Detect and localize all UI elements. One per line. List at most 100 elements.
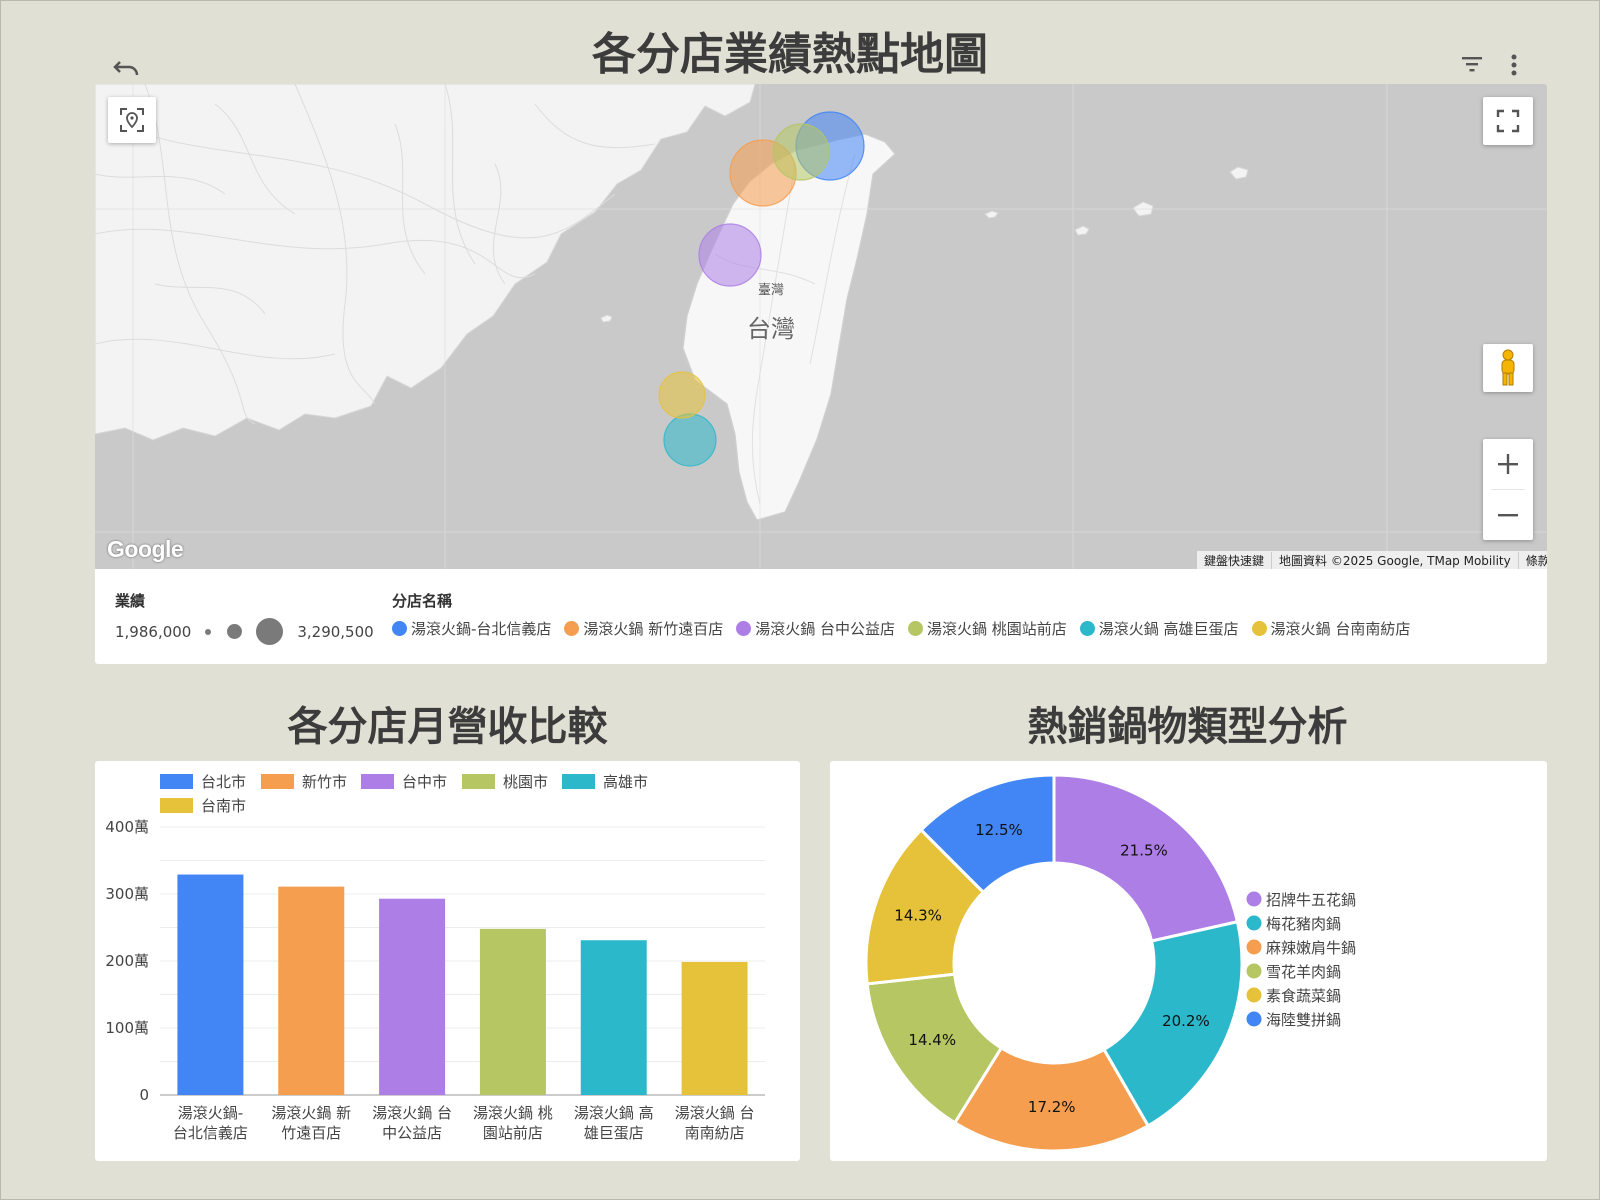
size-legend: 1,986,000 3,290,500 <box>115 618 374 645</box>
legend-swatch <box>261 774 294 789</box>
x-tick-label: 湯滾火鍋- <box>178 1104 243 1122</box>
legend-item[interactable]: 雪花羊肉鍋 <box>1246 963 1342 981</box>
bar[interactable] <box>177 874 244 1095</box>
legend-item[interactable]: 海陸雙拼鍋 <box>1246 1011 1342 1029</box>
color-legend: 湯滾火鍋-台北信義店 湯滾火鍋 新竹遠百店 湯滾火鍋 台中公益店 湯滾火鍋 桃園站前店… <box>392 618 1423 639</box>
more-vert-icon[interactable] <box>1500 50 1528 80</box>
legend-dot <box>1079 621 1095 636</box>
bar-chart: 台北市 新竹市 台中市 桃園市 高雄市台南市 0 100萬 200萬 300萬 400萬湯滾火鍋-… <box>105 773 765 1142</box>
plus-icon[interactable] <box>1483 439 1533 489</box>
slice-value-label: 14.3% <box>894 906 942 924</box>
legend-item[interactable]: 桃園市 <box>462 773 548 791</box>
x-tick-label: 雄巨蛋店 <box>584 1124 644 1142</box>
x-tick-label: 湯滾火鍋 新 <box>271 1104 351 1122</box>
legend-item[interactable]: 湯滾火鍋 高雄巨蛋店 <box>1079 618 1239 639</box>
y-tick-label: 200萬 <box>105 952 149 970</box>
size-legend-max: 3,290,500 <box>297 622 374 641</box>
map-bubble[interactable]: 湯滾火鍋 高雄巨蛋店 <box>663 413 717 467</box>
legend-swatch <box>562 774 595 789</box>
legend-label: 湯滾火鍋 台南南紡店 <box>1270 620 1411 638</box>
bar[interactable] <box>379 898 446 1095</box>
legend-label: 海陸雙拼鍋 <box>1266 1011 1341 1029</box>
keyboard-shortcuts-link[interactable]: 鍵盤快速鍵 <box>1197 551 1273 569</box>
map-bubble[interactable]: 湯滾火鍋 台中公益店 <box>698 223 762 287</box>
x-tick-label: 湯滾火鍋 高 <box>574 1104 654 1122</box>
legend-label: 高雄市 <box>603 773 648 791</box>
slice-value-label: 12.5% <box>975 821 1023 839</box>
bar[interactable] <box>681 961 748 1095</box>
legend-label: 台南市 <box>201 797 246 815</box>
map-data-credit: 地圖資料 ©2025 Google, TMap Mobility <box>1272 551 1519 569</box>
map-bubble[interactable]: 湯滾火鍋 桃園站前店 <box>772 123 830 181</box>
legend-label: 台北市 <box>201 773 246 791</box>
bar[interactable] <box>479 928 546 1095</box>
legend-dot <box>1246 939 1262 955</box>
x-tick-label: 南南紡店 <box>685 1124 745 1142</box>
size-legend-title: 業績 <box>115 592 146 610</box>
legend-item[interactable]: 麻辣嫩肩牛鍋 <box>1246 939 1357 957</box>
fullscreen-icon[interactable] <box>1483 97 1533 145</box>
size-legend-min: 1,986,000 <box>115 622 192 641</box>
minus-icon[interactable] <box>1483 490 1533 540</box>
legend-item[interactable]: 湯滾火鍋 台中公益店 <box>736 618 895 639</box>
bar-chart-title: 各分店月營收比較 <box>287 704 608 750</box>
legend-dot <box>1246 891 1262 907</box>
legend-label: 湯滾火鍋-台北信義店 <box>411 620 552 638</box>
mainland-landmass <box>95 84 756 441</box>
map-canvas[interactable]: 湯滾火鍋-台北信義店湯滾火鍋 新竹遠百店湯滾火鍋 台中公益店湯滾火鍋 桃園站前店… <box>95 84 1547 569</box>
bar[interactable] <box>580 940 647 1095</box>
size-legend-dot-small <box>205 628 212 635</box>
legend-item[interactable]: 湯滾火鍋-台北信義店 <box>392 618 551 639</box>
pie-chart-card: 21.5% 20.2% 17.2% 14.4% 14.3% 12.5% 招牌牛五花鍋 梅花豬肉… <box>830 761 1547 1161</box>
legend-dot <box>1246 1011 1262 1027</box>
legend-dot <box>1251 621 1267 636</box>
legend-item[interactable]: 湯滾火鍋 新竹遠百店 <box>564 618 723 639</box>
legend-label: 新竹市 <box>302 773 347 791</box>
slice-value-label: 17.2% <box>1028 1098 1076 1116</box>
legend-dot <box>1246 963 1262 979</box>
filter-icon[interactable] <box>1458 50 1486 78</box>
legend-item[interactable]: 新竹市 <box>261 773 347 791</box>
pegman-icon[interactable] <box>1483 344 1533 392</box>
legend-label: 桃園市 <box>503 773 548 791</box>
y-tick-label: 300萬 <box>105 885 149 903</box>
terms-link[interactable]: 條款 <box>1519 552 1547 569</box>
donut-chart: 21.5% 20.2% 17.2% 14.4% 14.3% 12.5% 招牌牛五花鍋梅花豬肉… <box>864 773 1357 1153</box>
pie-chart-title: 熱銷鍋物類型分析 <box>1027 704 1348 750</box>
x-tick-label: 台北信義店 <box>173 1124 248 1142</box>
legend-item[interactable]: 高雄市 <box>562 773 648 791</box>
legend-dot <box>392 621 407 636</box>
map-section-title: 各分店業績熱點地圖 <box>592 29 988 80</box>
map-card: 湯滾火鍋-台北信義店湯滾火鍋 新竹遠百店湯滾火鍋 台中公益店湯滾火鍋 桃園站前店… <box>95 84 1547 664</box>
legend-item[interactable]: 素食蔬菜鍋 <box>1246 987 1342 1005</box>
legend-label: 湯滾火鍋 桃園站前店 <box>926 620 1067 638</box>
legend-label: 湯滾火鍋 高雄巨蛋店 <box>1098 620 1239 638</box>
legend-label: 台中市 <box>402 773 447 791</box>
legend-item[interactable]: 台北市 <box>160 773 246 791</box>
bar[interactable] <box>278 886 345 1095</box>
legend-item[interactable]: 湯滾火鍋 台南南紡店 <box>1251 618 1411 639</box>
legend-label: 湯滾火鍋 台中公益店 <box>755 620 895 638</box>
legend-item[interactable]: 招牌牛五花鍋 <box>1246 891 1357 909</box>
x-tick-label: 竹遠百店 <box>281 1124 341 1142</box>
slice-value-label: 14.4% <box>908 1031 956 1049</box>
x-tick-label: 湯滾火鍋 桃 <box>473 1104 553 1122</box>
color-legend-title: 分店名稱 <box>392 592 453 610</box>
y-tick-label: 400萬 <box>105 818 149 836</box>
y-tick-label: 100萬 <box>105 1019 149 1037</box>
location-target-icon[interactable] <box>108 97 156 143</box>
legend-swatch <box>160 798 193 813</box>
x-tick-label: 湯滾火鍋 台 <box>675 1104 755 1122</box>
bar-chart-card: 台北市 新竹市 台中市 桃園市 高雄市 台南市 0 100萬 200萬 300萬 400萬 湯滾火鍋-… <box>95 761 800 1161</box>
legend-item[interactable]: 湯滾火鍋 桃園站前店 <box>907 618 1067 639</box>
legend-dot <box>736 621 752 636</box>
legend-item[interactable]: 台南市 <box>160 797 246 815</box>
legend-item[interactable]: 梅花豬肉鍋 <box>1246 915 1342 933</box>
legend-item[interactable]: 台中市 <box>361 773 447 791</box>
legend-swatch <box>462 774 495 789</box>
legend-label: 雪花羊肉鍋 <box>1266 963 1341 981</box>
legend-label: 梅花豬肉鍋 <box>1266 915 1341 933</box>
map-bubble[interactable]: 湯滾火鍋 台南南紡店 <box>658 371 706 419</box>
legend-label: 素食蔬菜鍋 <box>1266 987 1341 1005</box>
legend-label: 招牌牛五花鍋 <box>1266 891 1356 909</box>
